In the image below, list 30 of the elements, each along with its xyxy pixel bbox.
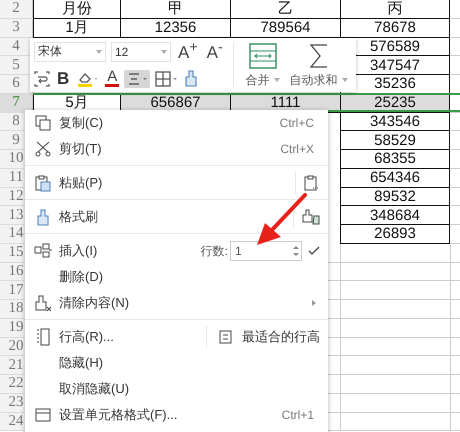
- row-number[interactable]: 7: [0, 94, 33, 112]
- bold-button[interactable]: B: [55, 68, 72, 88]
- shortcut-label: Ctrl+1: [282, 408, 314, 422]
- table-cell: 78678: [340, 18, 450, 38]
- shrink-font-button[interactable]: A$^{-}$: [204, 40, 225, 64]
- table-cell: 月份: [33, 0, 121, 19]
- table-cell: 89532: [340, 188, 450, 206]
- row-number[interactable]: 5: [0, 56, 33, 75]
- table-cell: 68355: [340, 150, 450, 169]
- row-number[interactable]: 6: [0, 75, 33, 94]
- table-cell: 348684: [340, 206, 450, 225]
- font-color-button[interactable]: A: [105, 70, 120, 87]
- best-fit-row-height[interactable]: 最适合的行高: [242, 328, 320, 346]
- shortcut-label: Ctrl+C: [280, 116, 314, 130]
- grow-font-button[interactable]: A$^{+}$: [176, 40, 200, 64]
- table-cell: 丙: [340, 0, 450, 19]
- table-cell: 343546: [340, 112, 450, 132]
- table-cell: 乙: [231, 0, 341, 19]
- row-number[interactable]: 3: [0, 18, 33, 38]
- rows-label: 行数:: [200, 242, 228, 260]
- font-dropdown[interactable]: 宋体: [34, 42, 106, 62]
- row-number[interactable]: 2: [0, 0, 33, 19]
- merge-button[interactable]: 合并: [242, 42, 284, 88]
- table-cell: 58529: [340, 131, 450, 150]
- size-dropdown[interactable]: 12: [111, 42, 171, 62]
- shortcut-label: Ctrl+X: [280, 142, 314, 156]
- table-cell: 26893: [340, 225, 450, 244]
- table-cell: 654346: [340, 168, 450, 188]
- table-cell: 甲: [121, 0, 231, 19]
- rows-spinner[interactable]: 1: [230, 241, 302, 261]
